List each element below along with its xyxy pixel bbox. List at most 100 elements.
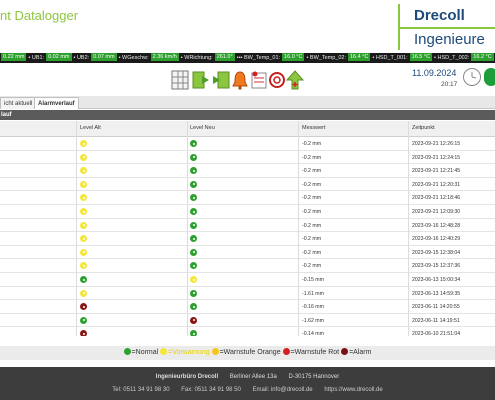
table-row[interactable]: -0.2 mm 2023-09-15 12:37:36 <box>0 259 495 273</box>
legend-dot-icon <box>282 348 290 355</box>
table-row[interactable]: -0.14 mm 2023-06-10 21:51:04 <box>0 327 495 336</box>
messwert-cell: -0.2 mm <box>302 236 322 243</box>
section-title: lauf <box>0 110 495 120</box>
footer-city: D-30175 Hannover <box>288 374 340 380</box>
zeitpunkt-cell: 2023-09-15 12:38:04 <box>412 249 461 256</box>
level-alt-indicator-icon <box>80 276 87 283</box>
zeitpunkt-cell: 2023-09-21 12:21:45 <box>412 168 461 175</box>
zeitpunkt-cell: 2023-09-21 12:26:15 <box>412 141 461 147</box>
table-row[interactable]: -1.62 mm 2023-06-11 14:19:51 <box>0 314 495 328</box>
header: nt Datalogger Drecoll Ingenieure <box>0 0 495 53</box>
column-divider <box>187 121 188 336</box>
level-neu-indicator-icon <box>190 316 197 324</box>
level-alt-indicator-icon <box>80 248 87 256</box>
sensor-value[interactable]: 0.22 mm <box>1 53 27 61</box>
sensor-value[interactable]: 261.0° <box>214 53 235 61</box>
sensor-value[interactable]: 16.0 °C <box>282 53 305 61</box>
alarm-list-icon[interactable] <box>250 70 268 90</box>
tab-bar: icht aktuell Alarmverlauf <box>0 96 495 109</box>
table-row[interactable]: -0.2 mm 2023-09-16 12:40:29 <box>0 232 495 246</box>
table-row[interactable]: -0.2 mm 2023-09-15 12:38:04 <box>0 246 495 260</box>
messwert-cell: -0.2 mm <box>302 141 322 147</box>
sensor-value[interactable]: 2.36 km/h <box>150 53 179 61</box>
sensor-label: • WGeschw: <box>118 55 149 61</box>
tab-nicht-aktuell[interactable]: icht aktuell <box>0 97 37 109</box>
sensor-value[interactable]: 16.4 °C <box>347 53 371 61</box>
column-header-messwert[interactable]: Messwert <box>302 125 326 131</box>
sensor-value[interactable]: 16.2 °C <box>471 53 494 61</box>
level-alt-indicator-icon <box>80 262 87 270</box>
column-header-level-neu[interactable]: Level Neu <box>190 125 215 131</box>
table-row[interactable]: -0.2 mm 2023-09-16 12:48:28 <box>0 219 495 233</box>
legend-item: =Vorwarnung <box>160 348 210 356</box>
messwert-cell: -1.61 mm <box>302 290 324 297</box>
alarm-bell-icon[interactable] <box>231 70 249 90</box>
legend-item: =Normal <box>123 348 158 356</box>
logo-line1: Drecoll <box>414 7 465 24</box>
tab-alarmverlauf[interactable]: Alarmverlauf <box>34 97 79 109</box>
legend-label: =Vorwarnung <box>168 349 210 356</box>
add-up-icon[interactable] <box>286 70 304 90</box>
table-row[interactable]: -0.2 mm 2023-09-21 12:26:15 <box>0 137 495 151</box>
zeitpunkt-cell: 2023-06-11 14:20:55 <box>412 304 460 311</box>
import-icon[interactable] <box>212 70 230 90</box>
messwert-cell: -0.2 mm <box>302 209 322 215</box>
legend-label: =Alarm <box>349 349 372 356</box>
level-alt-indicator-icon <box>80 221 87 229</box>
messwert-cell: -0.2 mm <box>302 168 322 175</box>
sensor-status-ticker: 0.22 mm • UB1: 0.02 mm • UB2: 0.07 mm • WGesc… <box>0 53 495 63</box>
level-neu-indicator-icon <box>190 180 197 188</box>
sensor-value[interactable]: 16.5 °C <box>409 53 433 61</box>
legend-dot-icon <box>160 348 168 355</box>
zeitpunkt-cell: 2023-09-15 12:37:36 <box>412 263 461 270</box>
alarm-history-table: Level Alt Level Neu Messwert Zeitpunkt -… <box>0 121 495 336</box>
footer-street: Berliner Allee 13a <box>229 374 277 380</box>
company-logo[interactable]: Drecoll Ingenieure <box>398 4 495 50</box>
sensor-label: • BW_Temp_02: <box>306 55 346 61</box>
level-neu-indicator-icon <box>190 248 197 256</box>
level-neu-indicator-icon <box>190 330 197 336</box>
column-header-zeitpunkt[interactable]: Zeitpunkt <box>412 125 435 131</box>
table-row[interactable]: -0.2 mm 2023-09-21 12:21:45 <box>0 164 495 178</box>
level-alt-indicator-icon <box>80 180 87 188</box>
status-indicator-button[interactable] <box>484 68 495 86</box>
messwert-cell: -0.2 mm <box>302 181 322 188</box>
footer-tel: Tel: 0511 34 91 98 30 <box>112 387 170 393</box>
column-header-level-alt[interactable]: Level Alt <box>80 125 101 131</box>
messwert-cell: -0.14 mm <box>302 331 324 336</box>
clock-icon <box>463 68 481 86</box>
grid-icon[interactable] <box>171 70 189 90</box>
table-row[interactable]: -0.2 mm 2023-09-21 12:24:15 <box>0 151 495 165</box>
legend-item: =Warnstufe Orange <box>211 348 281 356</box>
level-neu-indicator-icon <box>190 140 197 147</box>
sensor-value[interactable]: 0.02 mm <box>46 53 72 61</box>
messwert-cell: -0.2 mm <box>302 263 322 270</box>
footer-email-link[interactable]: Email: info@drecoll.de <box>253 387 313 393</box>
table-row[interactable]: -0.2 mm 2023-09-21 12:20:31 <box>0 178 495 192</box>
level-neu-indicator-icon <box>190 235 197 243</box>
sensor-label: ••• BW_Temp_01: <box>236 55 281 61</box>
zeitpunkt-cell: 2023-09-21 12:20:31 <box>412 181 461 188</box>
messwert-cell: -0.15 mm <box>302 277 324 283</box>
table-row[interactable]: -0.16 mm 2023-06-11 14:20:55 <box>0 300 495 314</box>
sensor-label: • UB2: <box>73 55 90 61</box>
sensor-label: • WRichtung: <box>180 55 213 61</box>
table-row[interactable]: -1.61 mm 2023-06-13 14:59:35 <box>0 287 495 301</box>
legend-item: =Alarm <box>341 348 372 356</box>
zeitpunkt-cell: 2023-06-11 14:19:51 <box>412 317 460 324</box>
sensor-value[interactable]: 0.07 mm <box>91 53 117 61</box>
table-row[interactable]: -0.2 mm 2023-09-21 12:18:46 <box>0 191 495 205</box>
level-alt-indicator-icon <box>80 235 87 243</box>
footer-website-link[interactable]: https://www.drecoll.de <box>324 387 382 393</box>
level-alt-indicator-icon <box>80 153 87 161</box>
sensor-label: • UB1: <box>28 55 45 61</box>
export-icon[interactable] <box>192 70 210 90</box>
table-row[interactable]: -0.15 mm 2023-06-13 15:00:34 <box>0 273 495 287</box>
level-neu-indicator-icon <box>190 194 197 202</box>
level-alt-indicator-icon <box>80 167 87 175</box>
app-title: nt Datalogger <box>0 8 79 23</box>
table-row[interactable]: -0.2 mm 2023-09-21 12:09:30 <box>0 205 495 219</box>
alarm-settings-icon[interactable] <box>268 70 286 90</box>
level-neu-indicator-icon <box>190 303 197 311</box>
legend-label: =Warnstufe Rot <box>290 349 340 356</box>
